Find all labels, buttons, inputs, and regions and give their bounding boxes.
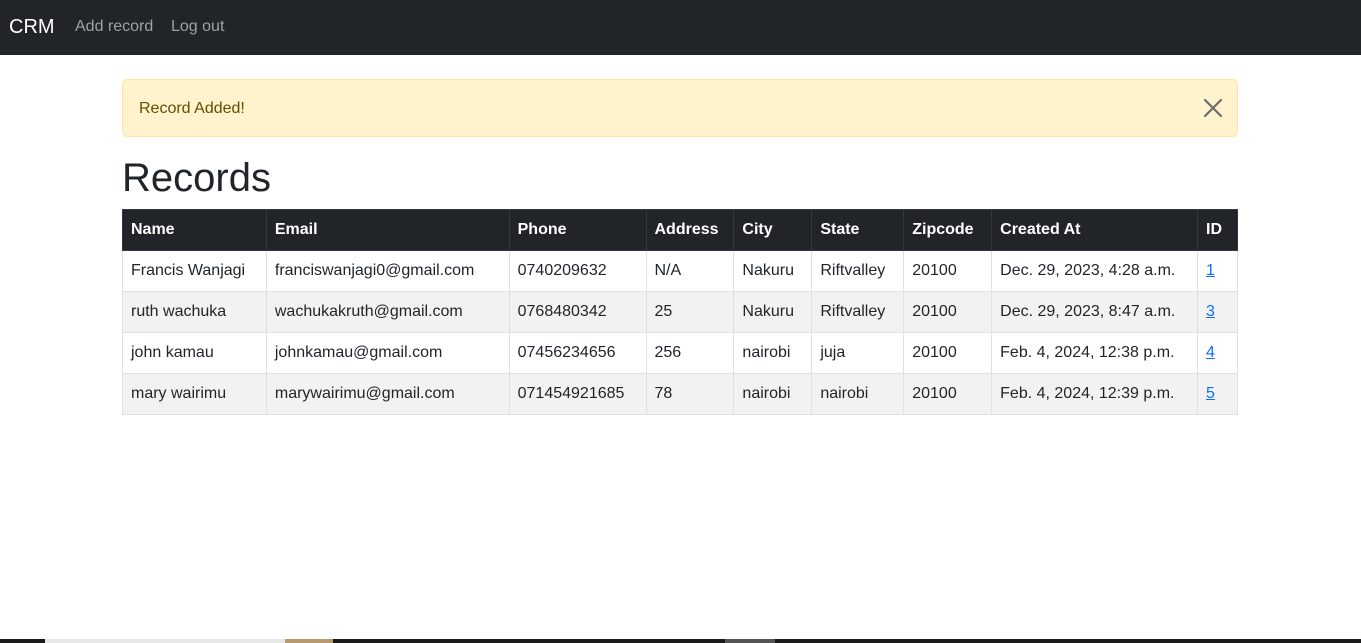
strip-segment: [285, 639, 333, 643]
header-email: Email: [265, 209, 510, 251]
page-title: Records: [122, 156, 271, 200]
cell-state: Riftvalley: [811, 250, 905, 292]
cell-id: 1: [1197, 250, 1238, 292]
header-zipcode: Zipcode: [903, 209, 993, 251]
cell-zipcode: 20100: [903, 250, 993, 292]
header-city: City: [733, 209, 813, 251]
table-header-row: Name Email Phone Address City State Zipc…: [122, 209, 1238, 251]
header-created-at: Created At: [991, 209, 1198, 251]
header-phone: Phone: [508, 209, 647, 251]
cell-name: Francis Wanjagi: [122, 250, 267, 292]
table-row: mary wairimu marywairimu@gmail.com 07145…: [122, 373, 1238, 415]
cell-state: Riftvalley: [811, 291, 905, 333]
cell-zipcode: 20100: [903, 291, 993, 333]
cell-phone: 071454921685: [508, 373, 647, 415]
cell-name: ruth wachuka: [122, 291, 267, 333]
cell-phone: 0740209632: [508, 250, 647, 292]
record-id-link[interactable]: 5: [1206, 385, 1215, 402]
strip-segment: [45, 639, 285, 643]
cell-name: mary wairimu: [122, 373, 267, 415]
cell-address: N/A: [645, 250, 735, 292]
record-id-link[interactable]: 1: [1206, 262, 1215, 279]
cell-name: john kamau: [122, 332, 267, 374]
logout-link[interactable]: Log out: [171, 17, 224, 37]
cell-created-at: Dec. 29, 2023, 4:28 a.m.: [991, 250, 1198, 292]
cell-created-at: Feb. 4, 2024, 12:38 p.m.: [991, 332, 1198, 374]
cell-email: johnkamau@gmail.com: [265, 332, 510, 374]
cell-created-at: Dec. 29, 2023, 8:47 a.m.: [991, 291, 1198, 333]
header-state: State: [811, 209, 905, 251]
table-row: Francis Wanjagi franciswanjagi0@gmail.co…: [122, 250, 1238, 292]
cell-created-at: Feb. 4, 2024, 12:39 p.m.: [991, 373, 1198, 415]
cell-phone: 07456234656: [508, 332, 647, 374]
top-navbar: CRM Add record Log out: [0, 0, 1361, 55]
records-table: Name Email Phone Address City State Zipc…: [122, 209, 1238, 415]
cell-email: wachukakruth@gmail.com: [265, 291, 510, 333]
cell-id: 3: [1197, 291, 1238, 333]
strip-segment: [725, 639, 775, 643]
cell-city: nairobi: [733, 332, 813, 374]
record-id-link[interactable]: 3: [1206, 303, 1215, 320]
cell-city: Nakuru: [733, 291, 813, 333]
cell-state: juja: [811, 332, 905, 374]
cell-email: marywairimu@gmail.com: [265, 373, 510, 415]
cell-zipcode: 20100: [903, 373, 993, 415]
cell-city: nairobi: [733, 373, 813, 415]
cell-address: 256: [645, 332, 735, 374]
cell-id: 5: [1197, 373, 1238, 415]
cell-phone: 0768480342: [508, 291, 647, 333]
success-alert: Record Added!: [122, 79, 1238, 137]
record-id-link[interactable]: 4: [1206, 344, 1215, 361]
cell-id: 4: [1197, 332, 1238, 374]
close-icon[interactable]: [1202, 97, 1224, 119]
alert-message: Record Added!: [139, 100, 245, 117]
header-address: Address: [645, 209, 735, 251]
brand-link[interactable]: CRM: [9, 13, 55, 41]
cell-zipcode: 20100: [903, 332, 993, 374]
table-row: john kamau johnkamau@gmail.com 074562346…: [122, 332, 1238, 374]
cell-address: 25: [645, 291, 735, 333]
bottom-edge-strip: [0, 639, 1361, 643]
add-record-link[interactable]: Add record: [75, 17, 153, 37]
header-name: Name: [122, 209, 267, 251]
cell-email: franciswanjagi0@gmail.com: [265, 250, 510, 292]
table-row: ruth wachuka wachukakruth@gmail.com 0768…: [122, 291, 1238, 333]
cell-state: nairobi: [811, 373, 905, 415]
header-id: ID: [1197, 209, 1238, 251]
cell-address: 78: [645, 373, 735, 415]
cell-city: Nakuru: [733, 250, 813, 292]
